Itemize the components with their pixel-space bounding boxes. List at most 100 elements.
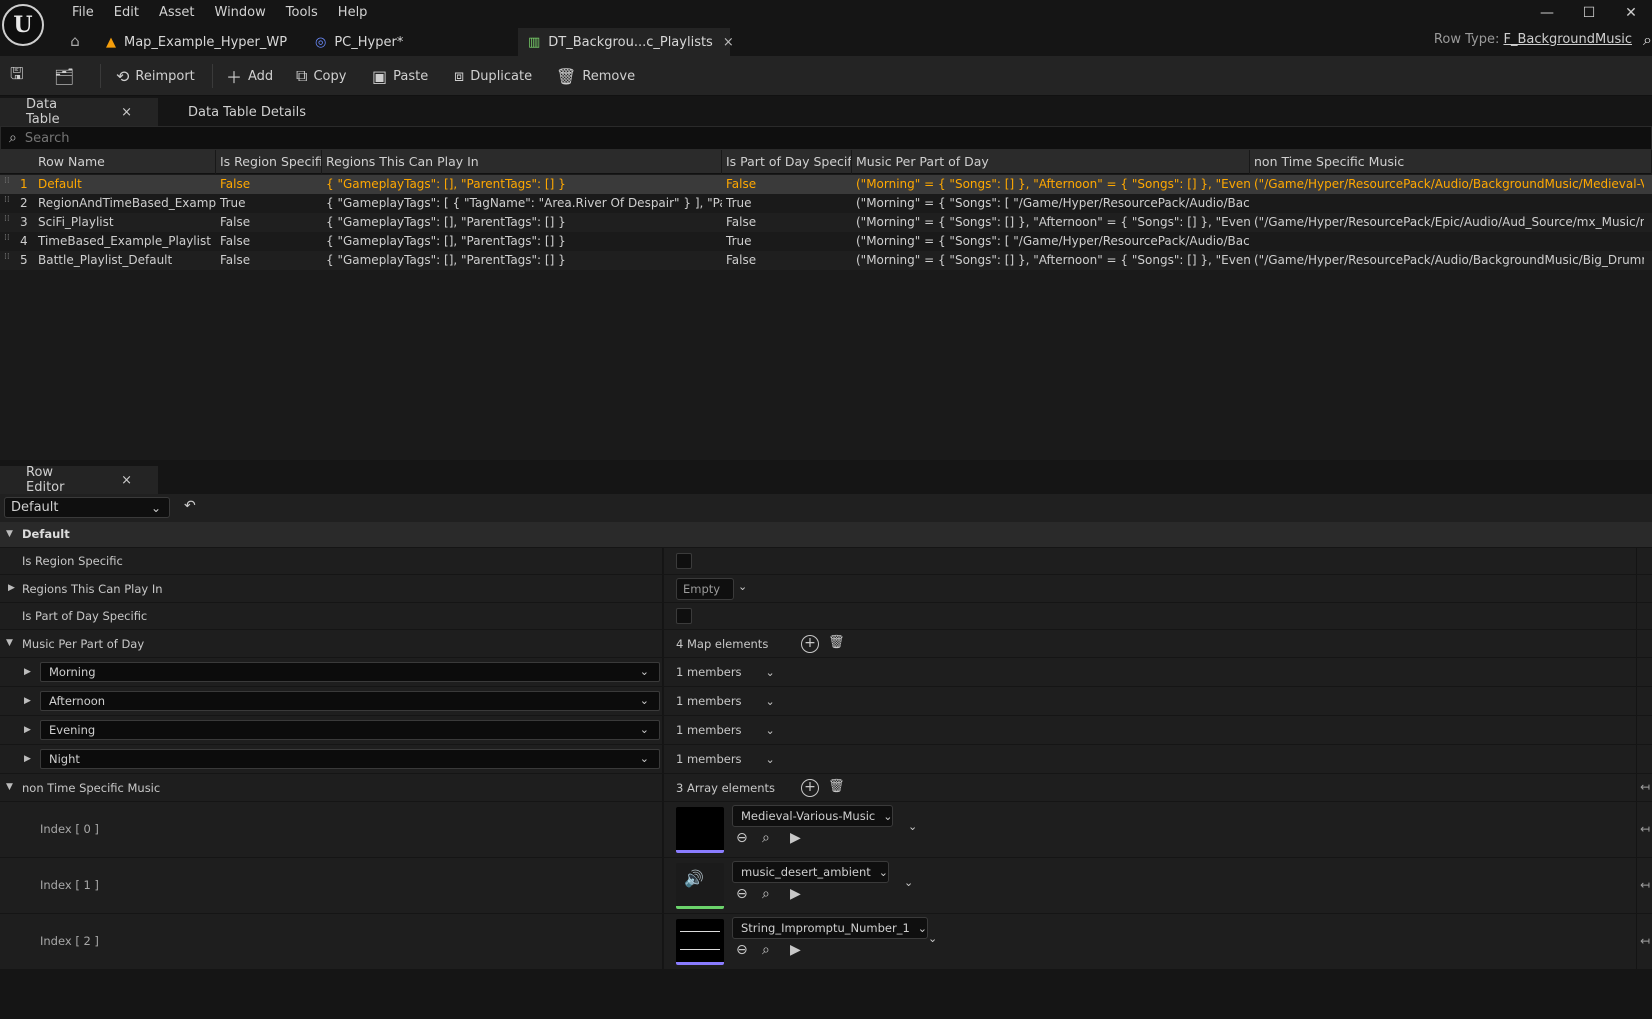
map-key-dropdown[interactable]: Morning ⌄ xyxy=(40,662,660,682)
expand-triangle-icon[interactable]: ▶ xyxy=(8,583,15,593)
table-row[interactable]: ⁞⁞ 3 SciFi_Playlist False { "GameplayTag… xyxy=(0,213,1652,232)
trash-icon[interactable]: 🗑 xyxy=(828,779,845,794)
drag-handle-icon[interactable]: ⁞⁞ xyxy=(4,177,10,190)
empty-area xyxy=(0,970,1652,1019)
browse-asset-icon[interactable]: ⌕ xyxy=(762,942,770,958)
play-icon[interactable]: ▶ xyxy=(790,830,801,846)
expand-triangle-icon[interactable]: ▶ xyxy=(24,754,31,764)
chevron-down-icon[interactable]: ⌄ xyxy=(904,876,913,889)
unreal-logo-icon[interactable]: U xyxy=(2,4,44,46)
browse-asset-icon[interactable]: ⌕ xyxy=(762,886,770,902)
asset-picker-dropdown[interactable]: Medieval-Various-Music ⌄ xyxy=(732,805,894,827)
menu-window[interactable]: Window xyxy=(205,4,276,22)
remove-button[interactable]: 🗑 Remove xyxy=(556,64,635,88)
copy-button[interactable]: ⧉ Copy xyxy=(296,64,346,88)
menu-edit[interactable]: Edit xyxy=(104,4,149,22)
reimport-button[interactable]: ⟲ Reimport xyxy=(116,64,195,88)
section-default[interactable]: ▼ Default xyxy=(0,522,1652,548)
members-dropdown[interactable]: 1 members ⌄ xyxy=(676,694,775,708)
home-icon[interactable]: ⌂ xyxy=(64,30,86,52)
add-element-icon[interactable]: + xyxy=(801,779,819,797)
tab-row-editor[interactable]: Row Editor × xyxy=(0,465,158,495)
trash-icon[interactable]: 🗑 xyxy=(828,635,845,650)
menu-help[interactable]: Help xyxy=(328,4,378,22)
members-dropdown[interactable]: 1 members ⌄ xyxy=(676,665,775,679)
members-dropdown[interactable]: 1 members ⌄ xyxy=(676,723,775,737)
close-tab-icon[interactable]: × xyxy=(121,105,132,120)
chevron-down-icon[interactable]: ⌄ xyxy=(928,932,937,945)
table-row[interactable]: ⁞⁞ 4 TimeBased_Example_Playlist False { … xyxy=(0,232,1652,251)
reset-to-default-icon[interactable]: ↤ xyxy=(1640,822,1650,836)
expand-triangle-icon[interactable]: ▶ xyxy=(24,725,31,735)
reset-to-default-icon[interactable]: ↤ xyxy=(1640,934,1650,948)
collapse-triangle-icon[interactable]: ▼ xyxy=(6,529,13,539)
add-element-icon[interactable]: + xyxy=(801,635,819,653)
is-part-of-day-checkbox[interactable] xyxy=(676,608,692,624)
collapse-triangle-icon[interactable]: ▼ xyxy=(6,638,13,648)
map-key-value: Afternoon xyxy=(49,694,106,708)
asset-picker-dropdown[interactable]: music_desert_ambient ⌄ xyxy=(732,861,890,883)
drag-handle-icon[interactable]: ⁞⁞ xyxy=(4,253,10,266)
menu-tools[interactable]: Tools xyxy=(276,4,328,22)
map-key-dropdown[interactable]: Afternoon ⌄ xyxy=(40,691,660,711)
map-key-dropdown[interactable]: Night ⌄ xyxy=(40,749,660,769)
use-selected-icon[interactable]: ⊖ xyxy=(736,830,748,846)
asset-picker-dropdown[interactable]: String_Impromptu_Number_1 ⌄ xyxy=(732,917,929,939)
paste-button[interactable]: ▣ Paste xyxy=(372,64,428,88)
search-input[interactable] xyxy=(24,130,925,146)
column-is-region-specific[interactable]: Is Region Specific xyxy=(216,150,322,174)
menu-asset[interactable]: Asset xyxy=(149,4,205,22)
asset-thumbnail[interactable] xyxy=(676,919,724,965)
is-region-specific-checkbox[interactable] xyxy=(676,553,692,569)
tab-datatable[interactable]: ▥ DT_Backgrou...c_Playlists × xyxy=(518,28,734,56)
drag-handle-icon[interactable]: ⁞⁞ xyxy=(4,215,10,228)
duplicate-button[interactable]: ⧈ Duplicate xyxy=(454,64,532,88)
asset-thumbnail[interactable]: 🔊 xyxy=(676,863,724,909)
collapse-triangle-icon[interactable]: ▼ xyxy=(6,782,13,792)
expand-triangle-icon[interactable]: ▶ xyxy=(24,696,31,706)
tab-data-table[interactable]: Data Table × xyxy=(0,97,158,127)
map-key-dropdown[interactable]: Evening ⌄ xyxy=(40,720,660,740)
save-button[interactable]: 🖫 xyxy=(10,64,30,88)
browse-button[interactable]: 🗂 xyxy=(54,64,80,88)
tab-pc-hyper[interactable]: ◎ PC_Hyper* xyxy=(305,28,515,56)
use-selected-icon[interactable]: ⊖ xyxy=(736,942,748,958)
chevron-down-icon: ⌄ xyxy=(765,753,775,766)
search-icon[interactable]: ⌕ xyxy=(1643,30,1652,50)
column-music-per-part[interactable]: Music Per Part of Day xyxy=(852,150,1250,174)
play-icon[interactable]: ▶ xyxy=(790,942,801,958)
column-regions[interactable]: Regions This Can Play In xyxy=(322,150,722,174)
expand-triangle-icon[interactable]: ▶ xyxy=(24,667,31,677)
column-non-time-music[interactable]: non Time Specific Music xyxy=(1250,150,1652,174)
drag-handle-icon[interactable]: ⁞⁞ xyxy=(4,234,10,247)
array-elements-count: 3 Array elements xyxy=(676,781,776,795)
table-row[interactable]: ⁞⁞ 5 Battle_Playlist_Default False { "Ga… xyxy=(0,251,1652,270)
reset-row-icon[interactable]: ↶ xyxy=(184,498,196,514)
tab-data-table-details[interactable]: Data Table Details xyxy=(162,98,332,126)
row-selector-dropdown[interactable]: Default ⌄ xyxy=(4,497,170,518)
tab-map-example[interactable]: ▲ Map_Example_Hyper_WP xyxy=(96,28,302,56)
play-icon[interactable]: ▶ xyxy=(790,886,801,902)
reset-to-default-icon[interactable]: ↤ xyxy=(1640,878,1650,892)
column-row-name[interactable]: Row Name xyxy=(34,150,216,174)
table-row[interactable]: ⁞⁞ 1 Default False { "GameplayTags": [],… xyxy=(0,175,1652,194)
close-tab-icon[interactable]: × xyxy=(723,35,734,50)
browse-asset-icon[interactable]: ⌕ xyxy=(762,830,770,846)
chevron-down-icon[interactable]: ⌄ xyxy=(908,820,917,833)
drag-handle-icon[interactable]: ⁞⁞ xyxy=(4,196,10,209)
regions-tag-button[interactable]: Empty xyxy=(676,578,734,600)
chevron-down-icon[interactable]: ⌄ xyxy=(738,580,747,593)
use-selected-icon[interactable]: ⊖ xyxy=(736,886,748,902)
reset-to-default-icon[interactable]: ↤ xyxy=(1640,780,1650,794)
minimize-button[interactable]: — xyxy=(1526,2,1568,24)
asset-thumbnail[interactable] xyxy=(676,807,724,853)
members-dropdown[interactable]: 1 members ⌄ xyxy=(676,752,775,766)
row-type-link[interactable]: F_BackgroundMusic xyxy=(1503,32,1632,47)
close-tab-icon[interactable]: × xyxy=(121,473,132,488)
add-button[interactable]: ＋ Add xyxy=(226,64,273,88)
maximize-button[interactable]: ☐ xyxy=(1568,2,1610,24)
menu-file[interactable]: File xyxy=(62,4,104,22)
close-window-button[interactable]: ✕ xyxy=(1610,2,1652,24)
table-row[interactable]: ⁞⁞ 2 RegionAndTimeBased_Example True { "… xyxy=(0,194,1652,213)
column-is-part-of-day[interactable]: Is Part of Day Specific xyxy=(722,150,852,174)
